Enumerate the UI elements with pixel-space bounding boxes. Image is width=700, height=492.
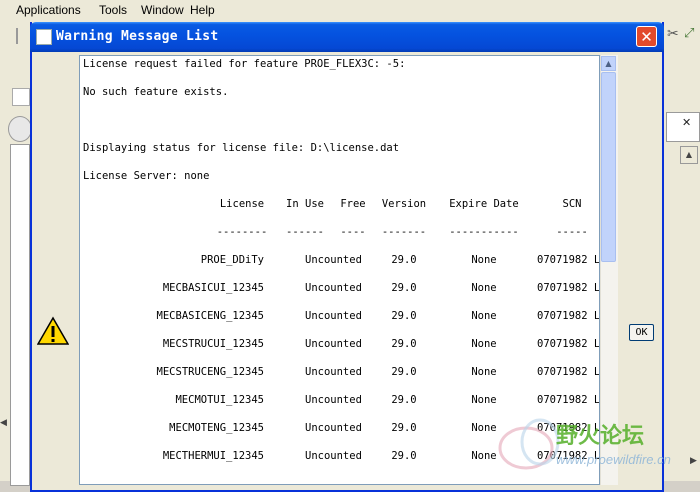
scroll-up-button[interactable]: ▲ <box>601 56 616 71</box>
left-panel: ◀ <box>0 52 32 486</box>
cell-version: 29.0 <box>391 254 417 266</box>
cell-in-use: Uncounted <box>305 422 362 434</box>
header-free: Free <box>340 198 366 210</box>
cell-expire: None <box>471 310 497 322</box>
cell-scn: 07071982 L <box>537 310 600 322</box>
menu-help[interactable]: Help <box>190 3 215 17</box>
cell-license: MECTHERMUI_12345 <box>162 450 264 462</box>
cell-license: MECSTRUCUI_12345 <box>162 338 264 350</box>
cell-in-use: Uncounted <box>305 366 362 378</box>
message-line: License request failed for feature PROE_… <box>83 58 406 70</box>
menu-applications[interactable]: Applications <box>16 3 81 17</box>
cell-expire: None <box>471 394 497 406</box>
cell-scn: 07071982 L <box>537 338 600 350</box>
axis-icon[interactable]: ⤢ <box>684 26 700 44</box>
menu-bar: Applications Tools Window Help <box>0 0 700 20</box>
message-line: License Server: none <box>83 170 210 182</box>
cell-scn: 07071982 L <box>537 394 600 406</box>
cell-expire: None <box>471 366 497 378</box>
separator: -------- <box>216 226 268 238</box>
cell-expire: None <box>471 282 497 294</box>
menu-tools[interactable]: Tools <box>99 3 127 17</box>
close-button[interactable]: ✕ <box>636 26 657 47</box>
cell-version: 29.0 <box>391 450 417 462</box>
back-icon[interactable] <box>8 116 32 142</box>
cell-in-use: Uncounted <box>305 338 362 350</box>
header-expire-date: Expire Date <box>449 198 519 210</box>
separator: ---- <box>340 226 366 238</box>
message-line: No such feature exists. <box>83 86 229 98</box>
scroll-up-icon[interactable]: ▲ <box>680 146 698 164</box>
separator: ----------- <box>449 226 519 238</box>
window-icon <box>36 29 52 45</box>
cell-scn: 07071982 L <box>537 282 600 294</box>
cell-scn: 07071982 L <box>537 366 600 378</box>
message-line: Displaying status for license file: D:\l… <box>83 142 400 154</box>
cell-in-use: Uncounted <box>305 254 362 266</box>
cell-expire: None <box>471 254 497 266</box>
cell-in-use: Uncounted <box>305 310 362 322</box>
header-license: License <box>219 198 265 210</box>
header-scn: SCN <box>562 198 582 210</box>
separator: ------- <box>381 226 427 238</box>
navigator-panel <box>10 144 30 486</box>
separator: ----- <box>556 226 588 238</box>
menu-window[interactable]: Window <box>141 3 184 17</box>
cell-license: MECSTRUCENG_12345 <box>156 366 264 378</box>
close-pane-icon[interactable]: ✕ <box>682 116 694 129</box>
warning-icon <box>37 316 69 345</box>
watermark-title: 野火论坛 <box>556 424 645 449</box>
cell-license: MECBASICUI_12345 <box>162 282 264 294</box>
cell-version: 29.0 <box>391 282 417 294</box>
browser-tab-icon[interactable] <box>12 88 30 106</box>
collapse-left-icon[interactable]: ◀ <box>0 418 8 434</box>
cell-license: PROE_DDiTy <box>200 254 264 266</box>
cell-in-use: Uncounted <box>305 282 362 294</box>
scrollbar-thumb[interactable] <box>601 72 616 262</box>
cell-in-use: Uncounted <box>305 394 362 406</box>
watermark-url: www.proewildfire.cn <box>556 452 671 467</box>
cell-license: MECMOTENG_12345 <box>169 422 264 434</box>
cell-license: MECMOTUI_12345 <box>175 394 264 406</box>
header-in-use: In Use <box>286 198 324 210</box>
ok-button[interactable]: OK <box>629 324 654 341</box>
tool-icon[interactable]: ✂ <box>667 26 683 44</box>
cell-in-use: Uncounted <box>305 450 362 462</box>
cell-version: 29.0 <box>391 422 417 434</box>
cell-version: 29.0 <box>391 310 417 322</box>
cell-version: 29.0 <box>391 394 417 406</box>
cell-license: MECBASICENG_12345 <box>156 310 264 322</box>
cell-version: 29.0 <box>391 366 417 378</box>
separator: ------ <box>286 226 324 238</box>
cell-scn: 07071982 L <box>537 254 600 266</box>
cell-version: 29.0 <box>391 338 417 350</box>
header-version: Version <box>381 198 427 210</box>
cell-expire: None <box>471 338 497 350</box>
dialog-title: Warning Message List <box>56 29 219 44</box>
